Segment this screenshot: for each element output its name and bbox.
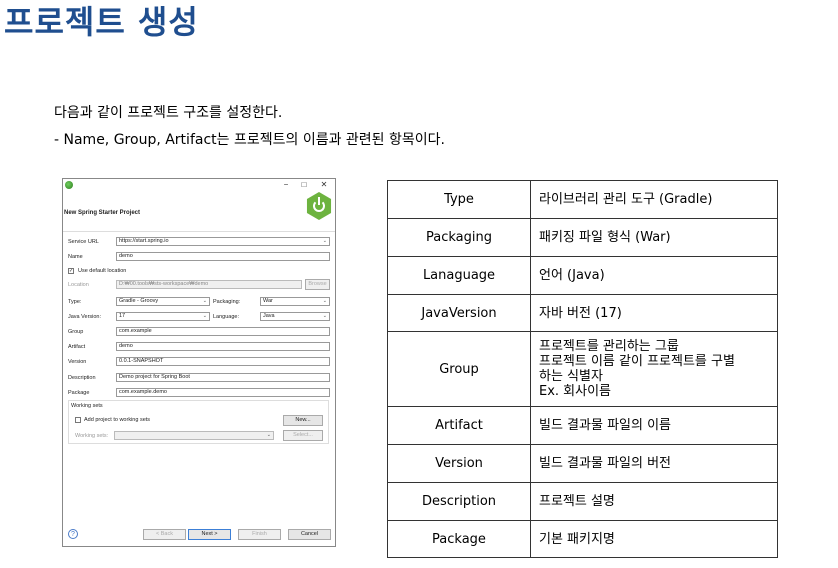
working-sets-field-label: Working sets: bbox=[75, 433, 109, 439]
table-key: Packaging bbox=[387, 218, 531, 257]
artifact-field[interactable]: demo bbox=[116, 342, 330, 351]
version-field[interactable]: 0.0.1-SNAPSHOT bbox=[116, 357, 330, 366]
language-value: Java bbox=[263, 313, 275, 319]
description-label: Description bbox=[68, 375, 96, 381]
dialog-title: New Spring Starter Project bbox=[64, 210, 141, 216]
spring-logo-icon bbox=[306, 192, 332, 220]
group-label: Group bbox=[68, 329, 84, 335]
group-value: com.example bbox=[119, 328, 152, 334]
table-value: 빌드 결과물 파일의 버전 bbox=[530, 444, 778, 483]
packaging-select[interactable]: War ⌄ bbox=[260, 297, 330, 306]
location-value: D:₩00.tools₩sts-workspace₩demo bbox=[119, 281, 209, 287]
table-key: Group bbox=[387, 331, 531, 407]
table-value: 패키징 파일 형식 (War) bbox=[530, 218, 778, 257]
new-spring-starter-project-dialog: − □ ✕ New Spring Starter Project Service… bbox=[62, 178, 336, 547]
dialog-footer: ? < Back Next > Finish Cancel bbox=[63, 524, 335, 546]
table-value: 빌드 결과물 파일의 이름 bbox=[530, 406, 778, 445]
use-default-location-label: Use default location bbox=[78, 268, 127, 274]
table-row: Description 프로젝트 설명 bbox=[387, 482, 778, 521]
intro-text: 다음과 같이 프로젝트 구조를 설정한다. bbox=[54, 105, 283, 121]
eclipse-icon bbox=[65, 181, 73, 189]
working-sets-combo[interactable]: ⌄ bbox=[114, 431, 274, 440]
package-value: com.example.demo bbox=[119, 389, 167, 395]
add-to-working-sets-checkbox[interactable] bbox=[75, 417, 81, 423]
table-row: Artifact 빌드 결과물 파일의 이름 bbox=[387, 406, 778, 445]
java-version-value: 17 bbox=[119, 313, 126, 319]
name-field[interactable]: demo bbox=[116, 252, 330, 261]
table-key: Artifact bbox=[387, 406, 531, 445]
table-value: 언어 (Java) bbox=[530, 256, 778, 295]
packaging-label: Packaging: bbox=[213, 299, 241, 305]
table-value: 기본 패키지명 bbox=[530, 520, 778, 558]
chevron-down-icon: ⌄ bbox=[322, 238, 327, 244]
service-url-combo[interactable]: https://start.spring.io ⌄ bbox=[116, 237, 330, 246]
artifact-label: Artifact bbox=[68, 344, 86, 350]
type-label: Type: bbox=[68, 299, 82, 305]
table-row: Version 빌드 결과물 파일의 버전 bbox=[387, 444, 778, 483]
chevron-down-icon: ⌄ bbox=[202, 313, 207, 319]
group-field[interactable]: com.example bbox=[116, 327, 330, 336]
table-row: Package 기본 패키지명 bbox=[387, 520, 778, 558]
table-key: JavaVersion bbox=[387, 294, 531, 332]
chevron-down-icon: ⌄ bbox=[322, 298, 327, 304]
table-row: Packaging 패키징 파일 형식 (War) bbox=[387, 218, 778, 257]
intro-note: - Name, Group, Artifact는 프로젝트의 이름과 관련된 항… bbox=[54, 132, 445, 148]
next-button[interactable]: Next > bbox=[188, 529, 231, 540]
help-icon[interactable]: ? bbox=[68, 529, 78, 539]
dialog-header: New Spring Starter Project bbox=[63, 190, 335, 232]
page-title: 프로젝트 생성 bbox=[4, 3, 199, 41]
use-default-location-checkbox[interactable]: ✓ bbox=[68, 268, 74, 274]
java-version-label: Java Version: bbox=[68, 314, 102, 320]
chevron-down-icon: ⌄ bbox=[266, 432, 271, 438]
name-label: Name bbox=[68, 254, 83, 260]
table-value: 프로젝트 설명 bbox=[530, 482, 778, 521]
settings-table: Type 라이브러리 관리 도구 (Gradle) Packaging 패키징 … bbox=[387, 180, 778, 558]
description-value: Demo project for Spring Boot bbox=[119, 374, 190, 380]
back-button[interactable]: < Back bbox=[143, 529, 186, 540]
table-key: Lanaguage bbox=[387, 256, 531, 295]
table-value: 자바 버전 (17) bbox=[530, 294, 778, 332]
table-value: 라이브러리 관리 도구 (Gradle) bbox=[530, 180, 778, 219]
table-key: Description bbox=[387, 482, 531, 521]
location-field[interactable]: D:₩00.tools₩sts-workspace₩demo bbox=[116, 280, 302, 289]
package-field[interactable]: com.example.demo bbox=[116, 388, 330, 397]
location-label: Location bbox=[68, 282, 89, 288]
table-key: Type bbox=[387, 180, 531, 219]
table-row: JavaVersion 자바 버전 (17) bbox=[387, 294, 778, 332]
table-key: Package bbox=[387, 520, 531, 558]
table-row: Group 프로젝트를 관리하는 그룹 프로젝트 이름 같이 프로젝트를 구별 … bbox=[387, 331, 778, 407]
service-url-label: Service URL bbox=[68, 239, 99, 245]
description-field[interactable]: Demo project for Spring Boot bbox=[116, 373, 330, 382]
version-label: Version bbox=[68, 359, 87, 365]
browse-button[interactable]: Browse bbox=[305, 279, 330, 290]
table-row: Lanaguage 언어 (Java) bbox=[387, 256, 778, 295]
language-label: Language: bbox=[213, 314, 239, 320]
select-working-sets-button[interactable]: Select... bbox=[283, 430, 323, 441]
maximize-button[interactable]: □ bbox=[299, 180, 309, 189]
minimize-button[interactable]: − bbox=[281, 180, 291, 189]
artifact-value: demo bbox=[119, 343, 133, 349]
finish-button[interactable]: Finish bbox=[238, 529, 281, 540]
chevron-down-icon: ⌄ bbox=[322, 313, 327, 319]
java-version-select[interactable]: 17 ⌄ bbox=[116, 312, 210, 321]
table-value: 프로젝트를 관리하는 그룹 프로젝트 이름 같이 프로젝트를 구별 하는 식별자… bbox=[530, 331, 778, 407]
new-working-set-button[interactable]: New... bbox=[283, 415, 323, 426]
language-select[interactable]: Java ⌄ bbox=[260, 312, 330, 321]
chevron-down-icon: ⌄ bbox=[202, 298, 207, 304]
service-url-value: https://start.spring.io bbox=[119, 238, 169, 244]
type-select[interactable]: Gradle - Groovy ⌄ bbox=[116, 297, 210, 306]
table-row: Type 라이브러리 관리 도구 (Gradle) bbox=[387, 180, 778, 219]
packaging-value: War bbox=[263, 298, 273, 304]
package-label: Package bbox=[68, 390, 90, 396]
add-to-working-sets-label: Add project to working sets bbox=[84, 417, 151, 423]
close-button[interactable]: ✕ bbox=[319, 180, 329, 189]
version-value: 0.0.1-SNAPSHOT bbox=[119, 358, 164, 364]
type-value: Gradle - Groovy bbox=[119, 298, 159, 304]
table-key: Version bbox=[387, 444, 531, 483]
name-value: demo bbox=[119, 253, 133, 259]
cancel-button[interactable]: Cancel bbox=[288, 529, 331, 540]
